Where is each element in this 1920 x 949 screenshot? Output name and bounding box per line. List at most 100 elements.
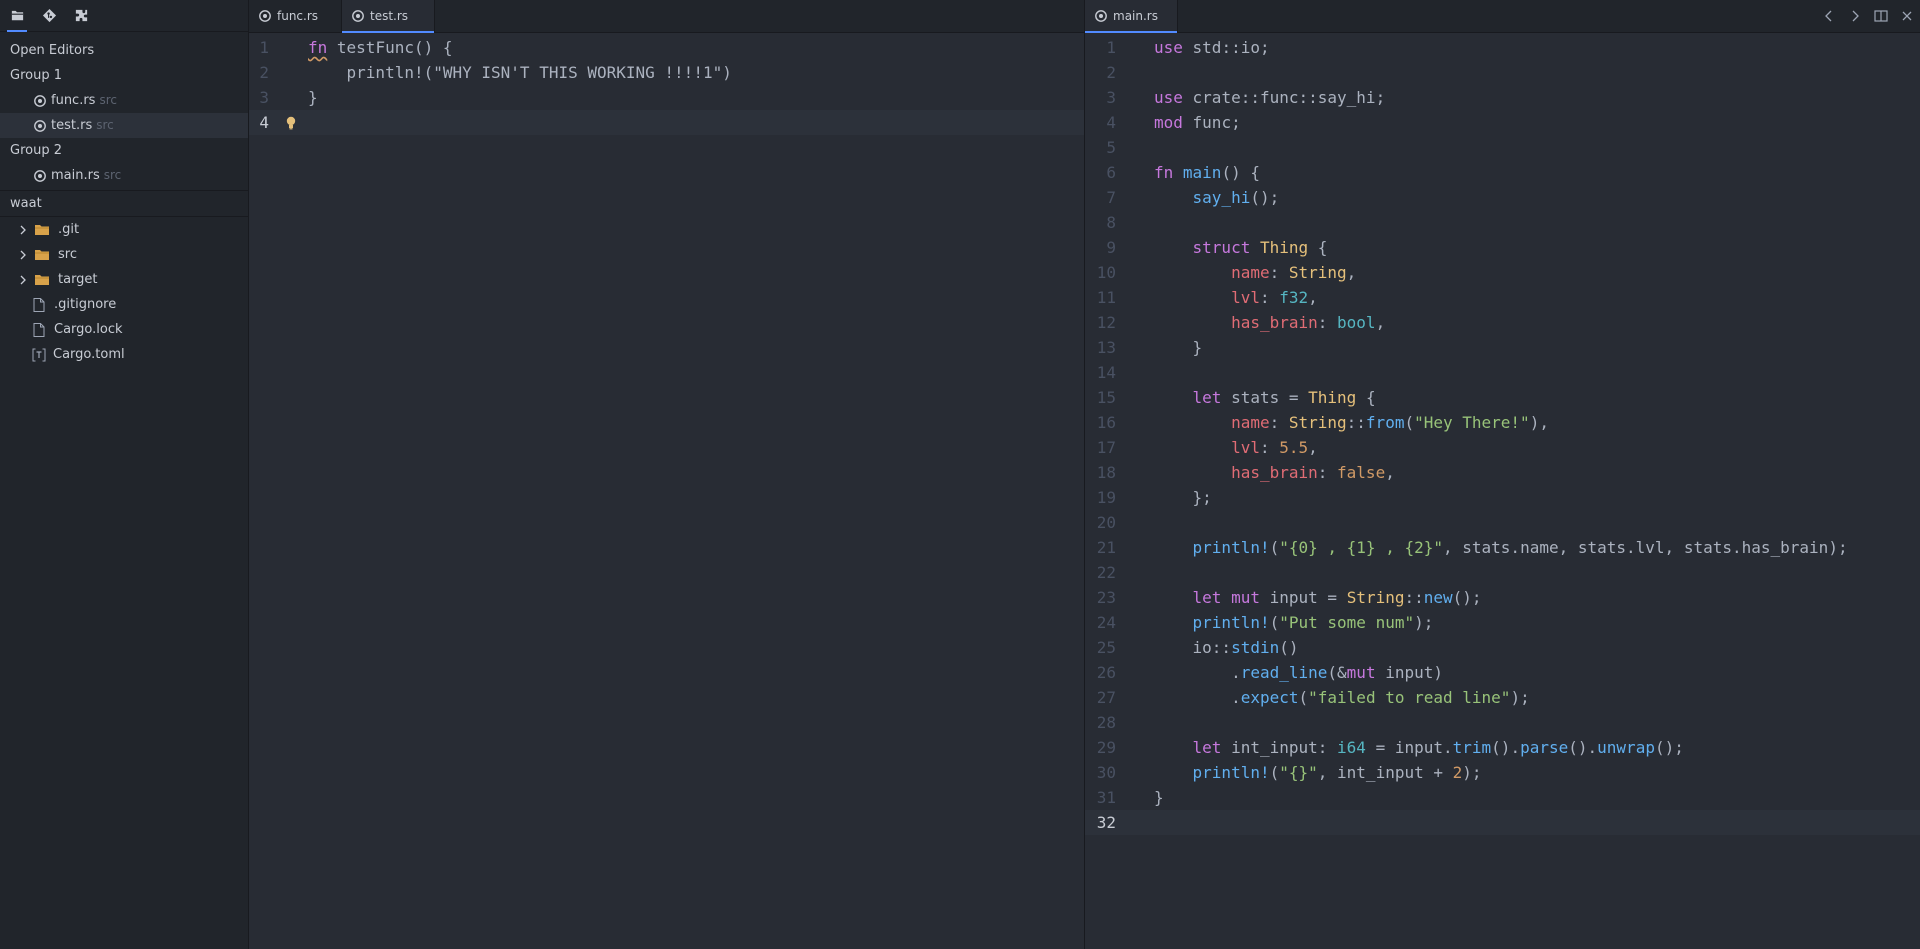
code-line[interactable]: 14 bbox=[1085, 360, 1920, 385]
code-editor[interactable]: 1 fn testFunc() {2 println!("WHY ISN'T TH… bbox=[249, 33, 1084, 135]
tree-item-label: target bbox=[58, 272, 98, 287]
group-2-header[interactable]: Group 2 bbox=[0, 138, 248, 163]
line-number: 20 bbox=[1096, 513, 1116, 532]
code-line[interactable]: 28 bbox=[1085, 710, 1920, 735]
line-number: 31 bbox=[1096, 788, 1116, 807]
code-line[interactable]: 30 println!("{}", int_input + 2); bbox=[1085, 760, 1920, 785]
folder-icon bbox=[35, 250, 49, 260]
code-line[interactable]: 10 name: String, bbox=[1085, 260, 1920, 285]
code-line[interactable]: 8 bbox=[1085, 210, 1920, 235]
code-token: false bbox=[1337, 463, 1386, 482]
git-icon[interactable] bbox=[38, 5, 60, 27]
tab-main-rs[interactable]: main.rs bbox=[1085, 0, 1178, 33]
tree-item-src[interactable]: src bbox=[0, 242, 248, 267]
code-text: name: String::from("Hey There!"), bbox=[1154, 410, 1549, 435]
tree-item-cargo-lock[interactable]: Cargo.lock bbox=[0, 317, 248, 342]
group-1-header[interactable]: Group 1 bbox=[0, 63, 248, 88]
code-line[interactable]: 7 say_hi(); bbox=[1085, 185, 1920, 210]
code-token: : bbox=[1269, 413, 1289, 432]
code-token: : bbox=[1317, 463, 1338, 482]
extensions-icon[interactable] bbox=[70, 5, 92, 27]
code-line[interactable]: 2 println!("WHY ISN'T THIS WORKING !!!!1… bbox=[249, 60, 1084, 85]
code-token: ), bbox=[1529, 413, 1549, 432]
rust-file-icon bbox=[34, 94, 46, 107]
tree-item-target[interactable]: target bbox=[0, 267, 248, 292]
open-editor-main-rs[interactable]: main.rs src bbox=[0, 163, 248, 188]
code-line[interactable]: 13 } bbox=[1085, 335, 1920, 360]
open-editors-header[interactable]: Open Editors bbox=[0, 38, 248, 63]
code-line[interactable]: 18 has_brain: false, bbox=[1085, 460, 1920, 485]
file-icon bbox=[33, 322, 45, 337]
code-line[interactable]: 3 use crate::func::say_hi; bbox=[1085, 85, 1920, 110]
code-text: use std::io; bbox=[1154, 35, 1270, 60]
code-line[interactable]: 15 let stats = Thing { bbox=[1085, 385, 1920, 410]
line-number: 5 bbox=[1106, 138, 1116, 157]
code-token: "{0} , {1} , {2}" bbox=[1279, 538, 1443, 557]
navigate-back-icon[interactable] bbox=[1822, 9, 1836, 23]
code-line[interactable]: 20 bbox=[1085, 510, 1920, 535]
code-line[interactable]: 1 use std::io; bbox=[1085, 35, 1920, 60]
code-line[interactable]: 26 .read_line(&mut input) bbox=[1085, 660, 1920, 685]
line-number: 10 bbox=[1096, 263, 1116, 282]
code-line[interactable]: 2 bbox=[1085, 60, 1920, 85]
open-editor-filename: func.rs bbox=[51, 93, 96, 108]
code-token: struct bbox=[1192, 238, 1251, 257]
code-token: int_input: bbox=[1221, 738, 1338, 757]
line-number: 3 bbox=[259, 88, 269, 107]
code-line[interactable]: 5 bbox=[1085, 135, 1920, 160]
editor-group-2: main.rs 1 use std::io; 2 3 use crate::func::… bbox=[1085, 0, 1920, 949]
code-line[interactable]: 29 let int_input: i64 = input.trim().par… bbox=[1085, 735, 1920, 760]
tree-item-label: Cargo.lock bbox=[54, 322, 123, 337]
code-line[interactable]: 21 println!("{0} , {1} , {2}", stats.nam… bbox=[1085, 535, 1920, 560]
code-line[interactable]: 9 struct Thing { bbox=[1085, 235, 1920, 260]
code-line[interactable]: 11 lvl: f32, bbox=[1085, 285, 1920, 310]
code-token: , stats.name, stats.lvl, stats.has_brain… bbox=[1443, 538, 1848, 557]
code-line[interactable]: 4 bbox=[249, 110, 1084, 135]
lightbulb-icon[interactable] bbox=[285, 116, 297, 130]
navigate-forward-icon[interactable] bbox=[1848, 9, 1862, 23]
files-icon[interactable] bbox=[6, 5, 28, 32]
code-token: ( bbox=[1298, 688, 1309, 707]
code-token: { bbox=[1308, 238, 1328, 257]
code-token: (). bbox=[1568, 738, 1598, 757]
tree-item-gitignore[interactable]: .gitignore bbox=[0, 292, 248, 317]
code-line[interactable]: 12 has_brain: bool, bbox=[1085, 310, 1920, 335]
code-line[interactable]: 22 bbox=[1085, 560, 1920, 585]
code-text: } bbox=[308, 85, 318, 110]
line-number: 21 bbox=[1096, 538, 1116, 557]
code-line[interactable]: 24 println!("Put some num"); bbox=[1085, 610, 1920, 635]
code-line[interactable]: 23 let mut input = String::new(); bbox=[1085, 585, 1920, 610]
code-line[interactable]: 32 bbox=[1085, 810, 1920, 835]
code-line[interactable]: 4 mod func; bbox=[1085, 110, 1920, 135]
code-text: io::stdin() bbox=[1154, 635, 1299, 660]
tab-bar: func.rs test.rs bbox=[249, 0, 1084, 33]
code-line[interactable]: 31} bbox=[1085, 785, 1920, 810]
code-editor[interactable]: 1 use std::io; 2 3 use crate::func::say_hi; 4… bbox=[1085, 33, 1920, 835]
tree-item-cargo-toml[interactable]: Cargo.toml bbox=[0, 342, 248, 367]
open-editor-test-rs[interactable]: test.rs src bbox=[0, 113, 248, 138]
code-line[interactable]: 17 lvl: 5.5, bbox=[1085, 435, 1920, 460]
code-line[interactable]: 3} bbox=[249, 85, 1084, 110]
code-text: println!("{0} , {1} , {2}", stats.name, … bbox=[1154, 535, 1848, 560]
close-icon[interactable] bbox=[1900, 9, 1914, 23]
tab-test-rs[interactable]: test.rs bbox=[342, 0, 435, 33]
code-text: println!("Put some num"); bbox=[1154, 610, 1434, 635]
code-line[interactable]: 16 name: String::from("Hey There!"), bbox=[1085, 410, 1920, 435]
tree-item-git[interactable]: .git bbox=[0, 217, 248, 242]
code-line[interactable]: 1 fn testFunc() { bbox=[249, 35, 1084, 60]
open-editor-func-rs[interactable]: func.rs src bbox=[0, 88, 248, 113]
code-line[interactable]: 25 io::stdin() bbox=[1085, 635, 1920, 660]
code-text: struct Thing { bbox=[1154, 235, 1328, 260]
code-token: println! bbox=[1192, 763, 1270, 782]
project-header[interactable]: waat bbox=[0, 190, 248, 217]
code-line[interactable]: 6 fn main() { bbox=[1085, 160, 1920, 185]
code-line[interactable]: 19 }; bbox=[1085, 485, 1920, 510]
line-number: 4 bbox=[259, 113, 269, 132]
code-line[interactable]: 27 .expect("failed to read line"); bbox=[1085, 685, 1920, 710]
code-token: ); bbox=[1462, 763, 1482, 782]
code-token: name bbox=[1231, 413, 1270, 432]
split-editor-icon[interactable] bbox=[1874, 9, 1888, 23]
tab-func-rs[interactable]: func.rs bbox=[249, 0, 342, 32]
